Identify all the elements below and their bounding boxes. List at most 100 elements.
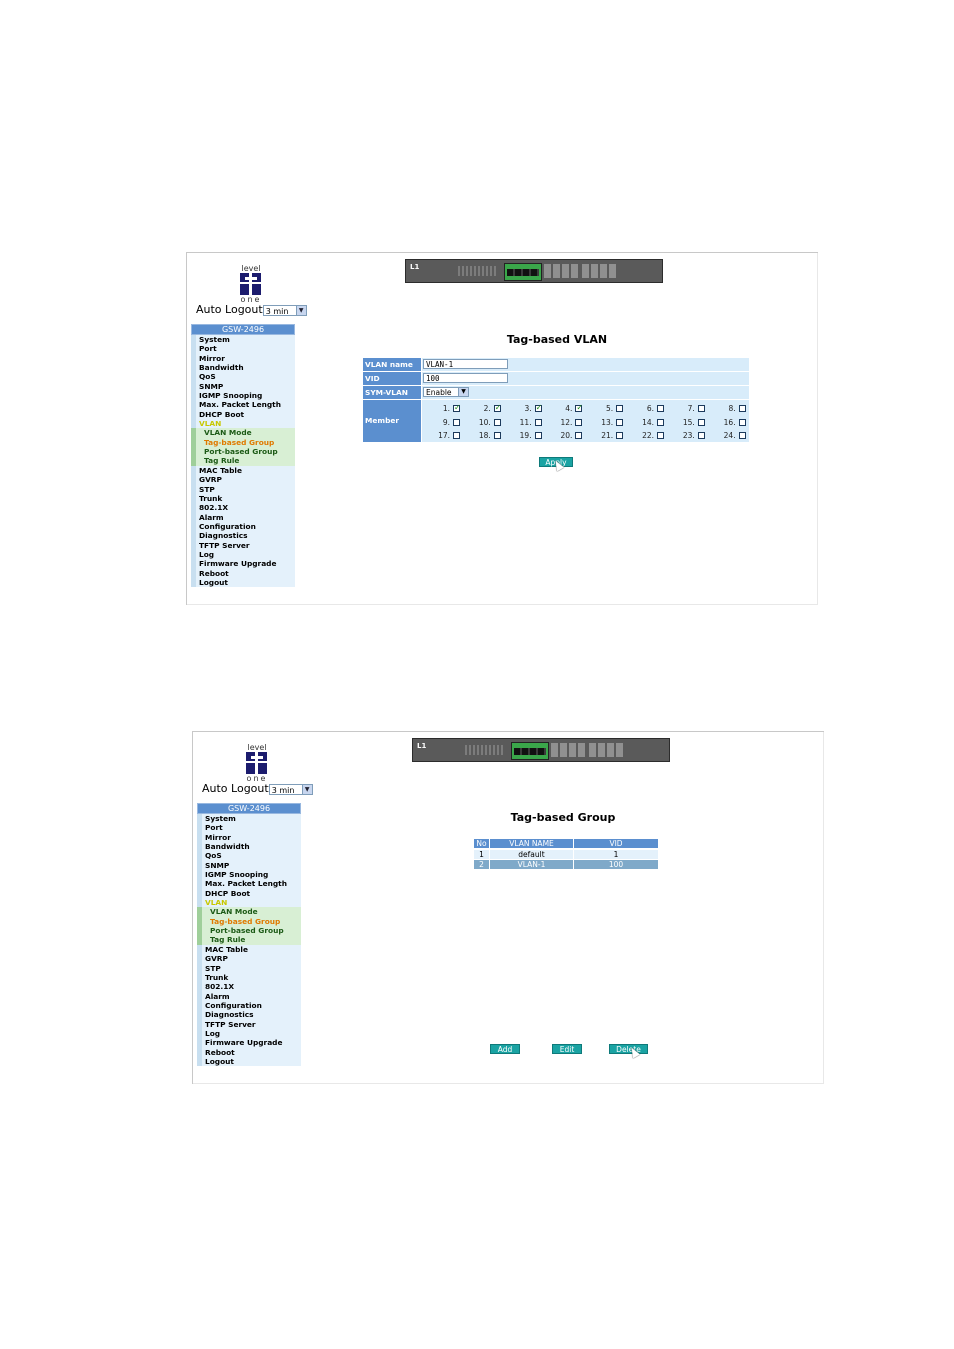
row1-vid[interactable]: 1 (574, 850, 658, 859)
menu-item-diagnostics[interactable]: Diagnostics (197, 1010, 301, 1020)
port-8-checkbox[interactable] (738, 405, 746, 412)
switch-front-panel: L1 (405, 259, 663, 283)
menu-item-bandwidth[interactable]: Bandwidth (197, 842, 301, 852)
logo-blocks-icon (246, 752, 268, 774)
port-label: 11. (519, 417, 532, 427)
menu-item-logout[interactable]: Logout (191, 577, 295, 588)
menu-item-port-based-group[interactable]: Port-based Group (191, 447, 295, 457)
menu-item-igmp-snooping[interactable]: IGMP Snooping (191, 391, 295, 401)
chevron-down-icon: ▼ (295, 305, 306, 315)
menu-item-system[interactable]: System (191, 335, 295, 345)
menu-item-stp[interactable]: STP (197, 963, 301, 973)
row1-vlan-name[interactable]: default (490, 850, 573, 859)
menu-item-tag-rule[interactable]: Tag Rule (191, 456, 295, 466)
menu-item-gvrp[interactable]: GVRP (197, 954, 301, 964)
vlan-name-input[interactable]: VLAN-1 (423, 359, 508, 369)
row2-vid[interactable]: 100 (574, 860, 658, 869)
menu-item-firmware-upgrade[interactable]: Firmware Upgrade (197, 1038, 301, 1048)
menu-item-port[interactable]: Port (191, 344, 295, 354)
auto-logout-value: 3 min (271, 785, 295, 795)
port-label: 12. (560, 417, 573, 427)
row2-no[interactable]: 2 (474, 860, 489, 869)
nav-menu: GSW-2496 System Port Mirror Bandwidth QoS SNM… (197, 803, 301, 1067)
vid-label: VID (363, 372, 421, 385)
menu-item-qos[interactable]: QoS (191, 372, 295, 382)
menu-item-configuration[interactable]: Configuration (197, 1000, 301, 1011)
add-button[interactable]: Add (490, 1044, 520, 1054)
menu-item-diagnostics[interactable]: Diagnostics (191, 531, 295, 541)
col-header-vlan-name: VLAN NAME (490, 839, 573, 848)
menu-item-igmp-snooping[interactable]: IGMP Snooping (197, 870, 301, 880)
menu-item-max-packet-length[interactable]: Max. Packet Length (197, 879, 301, 889)
menu-item-vlan[interactable]: VLAN (197, 898, 301, 908)
menu-item-tftp-server[interactable]: TFTP Server (197, 1019, 301, 1029)
row1-no[interactable]: 1 (474, 850, 489, 859)
auto-logout-select[interactable]: 3 min ▼ (262, 304, 307, 316)
menu-item-logout[interactable]: Logout (197, 1056, 301, 1067)
menu-header: GSW-2496 (197, 803, 301, 814)
port-16-checkbox[interactable] (738, 418, 746, 426)
sym-vlan-select[interactable]: Enable ▼ (423, 387, 469, 397)
menu-item-log[interactable]: Log (191, 549, 295, 560)
page-title: Tag-based Group (510, 811, 616, 824)
levelone-logo: level one (237, 743, 277, 783)
menu-item-tag-based-group[interactable]: Tag-based Group (197, 916, 301, 927)
port-label: 4. (565, 404, 573, 413)
port-label: 8. (728, 404, 736, 413)
menu-item-802-1x[interactable]: 802.1X (191, 503, 295, 513)
menu-item-trunk[interactable]: Trunk (197, 972, 301, 983)
menu-item-log[interactable]: Log (197, 1028, 301, 1039)
menu-item-alarm[interactable]: Alarm (197, 991, 301, 1001)
menu-item-802-1x[interactable]: 802.1X (197, 982, 301, 992)
auto-logout-label: Auto Logout (196, 303, 263, 316)
menu-item-dhcp-boot[interactable]: DHCP Boot (197, 888, 301, 899)
levelone-logo: level one (231, 264, 271, 304)
row2-vlan-name[interactable]: VLAN-1 (490, 860, 573, 869)
menu-item-port-based-group[interactable]: Port-based Group (197, 926, 301, 936)
menu-item-reboot[interactable]: Reboot (197, 1047, 301, 1057)
menu-item-mac-table[interactable]: MAC Table (197, 944, 301, 955)
menu-item-system[interactable]: System (197, 814, 301, 824)
menu-item-trunk[interactable]: Trunk (191, 493, 295, 504)
port-24-checkbox[interactable] (738, 432, 746, 439)
menu-item-dhcp-boot[interactable]: DHCP Boot (191, 409, 295, 420)
right-border (823, 732, 824, 1084)
menu-item-tag-rule[interactable]: Tag Rule (197, 935, 301, 945)
menu-item-mac-table[interactable]: MAC Table (191, 465, 295, 476)
sym-vlan-value: Enable (426, 388, 452, 397)
menu-item-mirror[interactable]: Mirror (191, 353, 295, 364)
vlan-form: VLAN name VLAN-1 VID 100 SYM-VLAN Enable… (363, 358, 749, 443)
port-label: 7. (687, 404, 695, 413)
menu-item-configuration[interactable]: Configuration (191, 521, 295, 532)
menu-item-firmware-upgrade[interactable]: Firmware Upgrade (191, 559, 295, 569)
menu-item-vlan-mode[interactable]: VLAN Mode (197, 907, 301, 917)
vid-input[interactable]: 100 (423, 373, 508, 383)
bottom-border (193, 1083, 824, 1084)
menu-item-max-packet-length[interactable]: Max. Packet Length (191, 400, 295, 410)
edit-button[interactable]: Edit (552, 1044, 582, 1054)
menu-item-snmp[interactable]: SNMP (197, 860, 301, 871)
menu-item-vlan-mode[interactable]: VLAN Mode (191, 428, 295, 438)
sym-vlan-label: SYM-VLAN (363, 386, 421, 399)
screenshot-tag-based-group: level one Auto Logout 3 min ▼ L1 GSW-2496 … (192, 731, 824, 1084)
member-ports: 1. 2. 3. 4. 5. 6. 7. 8. 9. 10. 11. 12. 13. 14. 15. 16. 1… (422, 400, 749, 442)
menu-item-bandwidth[interactable]: Bandwidth (191, 363, 295, 373)
menu-header: GSW-2496 (191, 324, 295, 335)
menu-item-tftp-server[interactable]: TFTP Server (191, 540, 295, 550)
menu-item-port[interactable]: Port (197, 823, 301, 833)
menu-item-mirror[interactable]: Mirror (197, 832, 301, 843)
device-ports-a (544, 264, 578, 278)
menu-item-alarm[interactable]: Alarm (191, 512, 295, 522)
menu-item-snmp[interactable]: SNMP (191, 381, 295, 392)
logo-blocks-icon (240, 273, 262, 295)
menu-item-vlan[interactable]: VLAN (191, 419, 295, 429)
switch-front-panel: L1 (412, 738, 670, 762)
menu-item-gvrp[interactable]: GVRP (191, 475, 295, 485)
menu-item-reboot[interactable]: Reboot (191, 568, 295, 578)
menu-item-tag-based-group[interactable]: Tag-based Group (191, 437, 295, 448)
auto-logout-select[interactable]: 3 min ▼ (268, 783, 313, 795)
port-label: 16. (723, 417, 736, 427)
menu-item-stp[interactable]: STP (191, 484, 295, 494)
device-leds (465, 745, 505, 755)
menu-item-qos[interactable]: QoS (197, 851, 301, 861)
